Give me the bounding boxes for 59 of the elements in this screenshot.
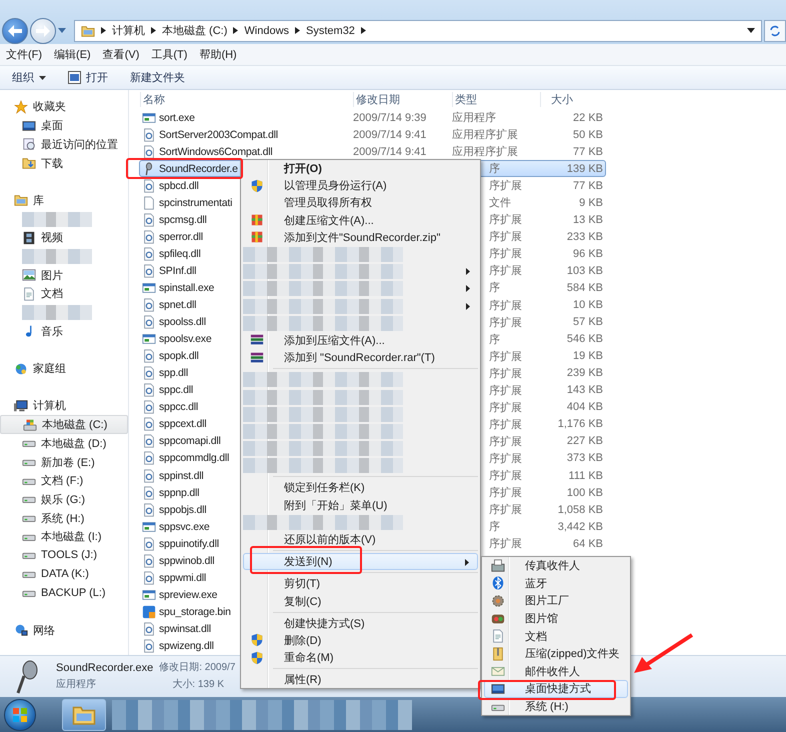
file-size: 233 KB <box>566 230 604 243</box>
file-name: SoundRecorder.exe <box>56 661 154 675</box>
file-size: 139 KB <box>566 162 604 175</box>
file-type: 序扩展 <box>489 418 522 432</box>
file-size: 57 KB <box>573 316 604 328</box>
file-type: 序扩展 <box>489 452 522 466</box>
file-size: 9 KB <box>579 196 604 209</box>
file-type: 序扩展 <box>489 264 522 278</box>
file-size: 64 KB <box>573 538 604 550</box>
file-size: 100 KB <box>566 486 604 499</box>
file-size: 239 KB <box>566 367 604 380</box>
file-size: 373 KB <box>566 452 604 464</box>
file-type: 序 <box>489 332 500 347</box>
file-size: 22 KB <box>573 112 604 124</box>
file-size: 1,058 KB <box>558 504 604 516</box>
modified-date: 修改日期: 2009/7 <box>159 661 236 675</box>
file-size: 584 KB <box>566 282 604 294</box>
file-type: 序扩展 <box>489 316 522 330</box>
file-size: 13 KB <box>573 214 604 226</box>
file-size: 227 KB <box>566 435 604 448</box>
file-type: 应用程序 <box>452 110 496 126</box>
file-type: 序扩展 <box>489 502 522 518</box>
file-type: 序扩展 <box>489 298 522 313</box>
file-type: 序扩展 <box>489 486 522 500</box>
file-size: 3,442 KB <box>558 520 604 533</box>
file-type: 序扩展 <box>489 246 522 262</box>
modified-date: 2009/7/14 9:41 <box>353 146 426 158</box>
file-size: 大小: 139 K <box>172 678 224 692</box>
file-type: 序扩展 <box>489 350 522 364</box>
file-size: 404 KB <box>566 401 604 414</box>
file-type: 应用程序 <box>56 678 96 692</box>
file-type: 序扩展 <box>489 536 522 552</box>
file-type: 序扩展 <box>489 230 522 244</box>
file-type: 应用程序扩展 <box>452 128 518 142</box>
file-size: 143 KB <box>566 384 604 396</box>
file-size: 77 KB <box>573 180 604 192</box>
file-type: 序扩展 <box>489 366 522 381</box>
modified-date: 2009/7/14 9:39 <box>353 112 426 124</box>
file-type: 序 <box>489 162 500 176</box>
file-size: 546 KB <box>566 333 604 346</box>
file-size: 1,176 KB <box>558 418 604 430</box>
modified-date: 2009/7/14 9:41 <box>353 128 426 141</box>
file-type: 序扩展 <box>489 212 522 228</box>
file-size: 50 KB <box>573 128 604 141</box>
file-type: 序 <box>489 520 500 534</box>
file-size: 103 KB <box>566 264 604 277</box>
file-type: 文件 <box>489 196 511 210</box>
file-type: 序扩展 <box>489 384 522 398</box>
file-type: 序扩展 <box>489 434 522 449</box>
file-type: 应用程序扩展 <box>452 144 518 160</box>
file-size: 10 KB <box>573 299 604 312</box>
file-type: 序扩展 <box>489 178 522 194</box>
file-size: 111 KB <box>568 470 604 482</box>
file-type: 序扩展 <box>489 468 522 483</box>
file-size: 96 KB <box>573 248 604 260</box>
file-size: 77 KB <box>573 146 604 158</box>
file-type: 序 <box>489 280 500 296</box>
file-type: 序扩展 <box>489 400 522 415</box>
file-size: 19 KB <box>573 350 604 362</box>
